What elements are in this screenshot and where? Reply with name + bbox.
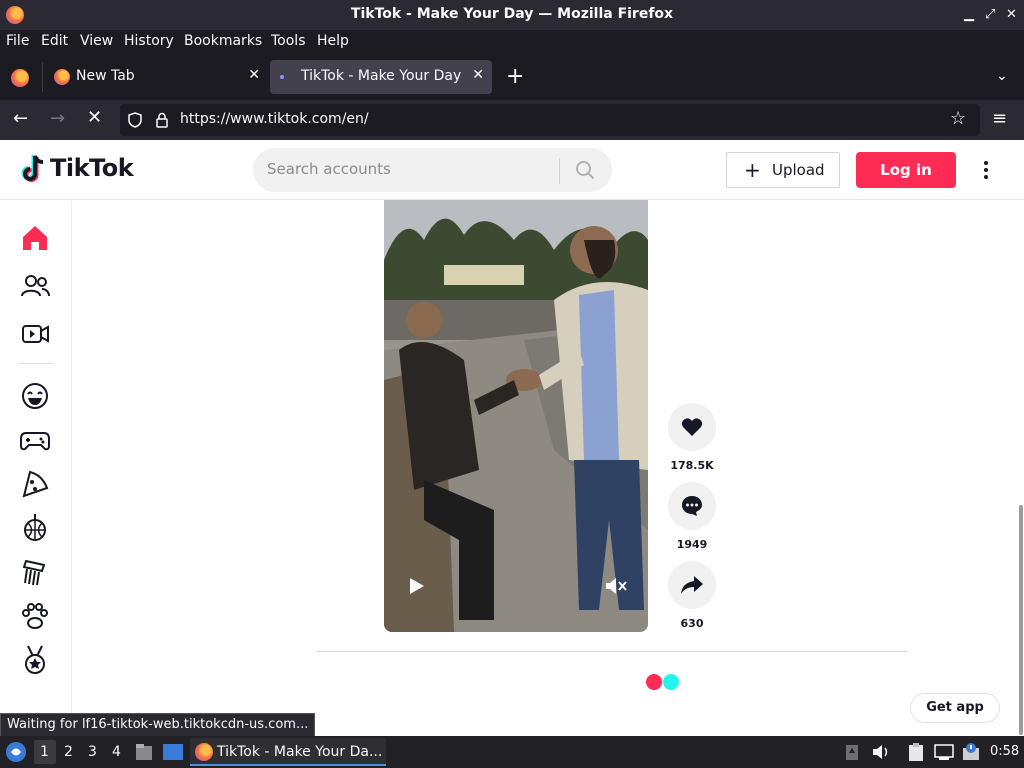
- tiktok-wordmark: TikTok: [50, 154, 134, 182]
- share-arrow-icon: [681, 576, 703, 594]
- firefox-taskbar-icon: [195, 743, 213, 761]
- like-count: 178.5K: [670, 459, 714, 472]
- video-player[interactable]: [384, 200, 648, 632]
- share-button[interactable]: [668, 561, 716, 609]
- volume-icon[interactable]: [871, 743, 891, 761]
- tab-new-tab[interactable]: New Tab ✕: [48, 60, 268, 94]
- search-input[interactable]: [267, 160, 547, 178]
- close-tab-icon[interactable]: ✕: [472, 67, 484, 83]
- file-manager-icon[interactable]: [135, 742, 153, 762]
- window-titlebar: TikTok - Make Your Day — Mozilla Firefox…: [0, 0, 1024, 30]
- tab-label: New Tab: [76, 68, 135, 84]
- sports-medal-icon[interactable]: [18, 643, 52, 677]
- menu-file[interactable]: File: [6, 33, 29, 49]
- stop-loading-icon[interactable]: ✕: [87, 107, 102, 128]
- like-button[interactable]: [668, 403, 716, 451]
- clipboard-icon[interactable]: [906, 742, 926, 762]
- share-count: 630: [680, 617, 704, 630]
- workspace-2[interactable]: 2: [64, 744, 73, 760]
- loading-dot-cyan: [663, 674, 679, 690]
- loading-dot-red: [646, 674, 662, 690]
- menu-history[interactable]: History: [124, 33, 174, 49]
- gaming-icon[interactable]: [18, 423, 52, 457]
- plus-icon: +: [744, 158, 761, 182]
- tiktok-note-icon: [21, 155, 44, 182]
- live-icon[interactable]: [18, 317, 52, 351]
- search-bar[interactable]: [253, 148, 612, 192]
- lock-icon[interactable]: [155, 112, 169, 128]
- window-title: TikTok - Make Your Day — Mozilla Firefox: [350, 6, 674, 22]
- workspace-1[interactable]: 1: [40, 744, 49, 760]
- menu-edit[interactable]: Edit: [41, 33, 68, 49]
- forward-arrow-icon[interactable]: →: [50, 108, 65, 129]
- show-desktop-icon[interactable]: [162, 743, 184, 761]
- beauty-comb-icon[interactable]: [18, 555, 52, 589]
- tab-label: TikTok - Make Your Day: [301, 68, 462, 84]
- tiktok-logo[interactable]: TikTok: [20, 154, 134, 188]
- comment-count: 1949: [676, 538, 708, 551]
- upload-label: Upload: [772, 161, 825, 179]
- firefox-view-icon[interactable]: [11, 69, 29, 87]
- home-icon[interactable]: [18, 221, 52, 255]
- food-pizza-icon[interactable]: [18, 467, 52, 501]
- tab-tiktok[interactable]: TikTok - Make Your Day ✕: [270, 60, 492, 94]
- workspace-4[interactable]: 4: [112, 744, 121, 760]
- close-tab-icon[interactable]: ✕: [248, 67, 260, 83]
- menu-tools[interactable]: Tools: [271, 33, 306, 49]
- video-frame: [384, 200, 648, 632]
- get-app-button[interactable]: Get app: [910, 693, 1000, 723]
- more-options-icon[interactable]: [983, 160, 989, 180]
- battery-icon: [846, 745, 858, 760]
- comment-button[interactable]: [668, 482, 716, 530]
- menu-bookmarks[interactable]: Bookmarks: [184, 33, 262, 49]
- close-window-icon[interactable]: ✕: [1006, 7, 1017, 22]
- tab-divider: [42, 62, 43, 92]
- maximize-icon[interactable]: ⤢: [985, 7, 995, 22]
- workspace-3[interactable]: 3: [88, 744, 97, 760]
- loading-dot-icon: [280, 75, 284, 79]
- firefox-favicon-icon: [54, 69, 70, 85]
- notification-icon[interactable]: [961, 742, 981, 762]
- tab-strip: New Tab ✕ TikTok - Make Your Day ✕ + ⌄: [0, 54, 1024, 100]
- feed-divider: [316, 651, 908, 652]
- menu-help[interactable]: Help: [317, 33, 349, 49]
- taskbar-window-label: TikTok - Make Your Da...: [217, 744, 383, 760]
- menu-view[interactable]: View: [80, 33, 113, 49]
- tiktok-header: TikTok + Upload Log in: [0, 140, 1024, 200]
- clock: 0:58: [990, 744, 1020, 759]
- navigation-toolbar: ← → ✕ https://www.tiktok.com/en/ ☆ ≡: [0, 100, 1024, 140]
- hamburger-menu-icon[interactable]: ≡: [992, 108, 1007, 129]
- minimize-icon[interactable]: ▁: [964, 7, 974, 22]
- start-menu-icon[interactable]: [5, 741, 27, 763]
- search-icon[interactable]: [575, 160, 595, 180]
- sidebar-divider: [18, 363, 54, 364]
- menu-bar: File Edit View History Bookmarks Tools H…: [0, 30, 1024, 54]
- taskbar-window-firefox[interactable]: TikTok - Make Your Da...: [190, 738, 386, 766]
- taskbar: 1 2 3 4 TikTok - Make Your Da... 0:58: [0, 736, 1024, 768]
- new-tab-plus-icon[interactable]: +: [506, 64, 524, 89]
- following-icon[interactable]: [18, 269, 52, 303]
- upload-button[interactable]: + Upload: [726, 152, 840, 188]
- back-arrow-icon[interactable]: ←: [13, 108, 28, 129]
- sidebar: [0, 201, 72, 736]
- animals-paw-icon[interactable]: [18, 599, 52, 633]
- status-message: Waiting for lf16-tiktok-web.tiktokcdn-us…: [0, 713, 316, 737]
- search-divider: [559, 158, 560, 184]
- url-bar[interactable]: https://www.tiktok.com/en/ ☆: [120, 104, 980, 136]
- muted-volume-icon[interactable]: [604, 576, 628, 596]
- list-all-tabs-chevron-icon[interactable]: ⌄: [996, 68, 1008, 84]
- url-text[interactable]: https://www.tiktok.com/en/: [180, 111, 369, 127]
- bookmark-star-icon[interactable]: ☆: [950, 108, 966, 129]
- comment-bubble-icon: [682, 496, 702, 516]
- dance-disco-icon[interactable]: [18, 511, 52, 545]
- heart-icon: [681, 418, 703, 436]
- tracking-shield-icon[interactable]: [127, 112, 143, 128]
- network-icon[interactable]: [934, 743, 954, 761]
- login-button[interactable]: Log in: [856, 152, 956, 188]
- page-scrollbar[interactable]: [1019, 505, 1023, 735]
- comedy-icon[interactable]: [18, 379, 52, 413]
- page-content: TikTok + Upload Log in: [0, 140, 1024, 736]
- play-icon[interactable]: [408, 576, 426, 596]
